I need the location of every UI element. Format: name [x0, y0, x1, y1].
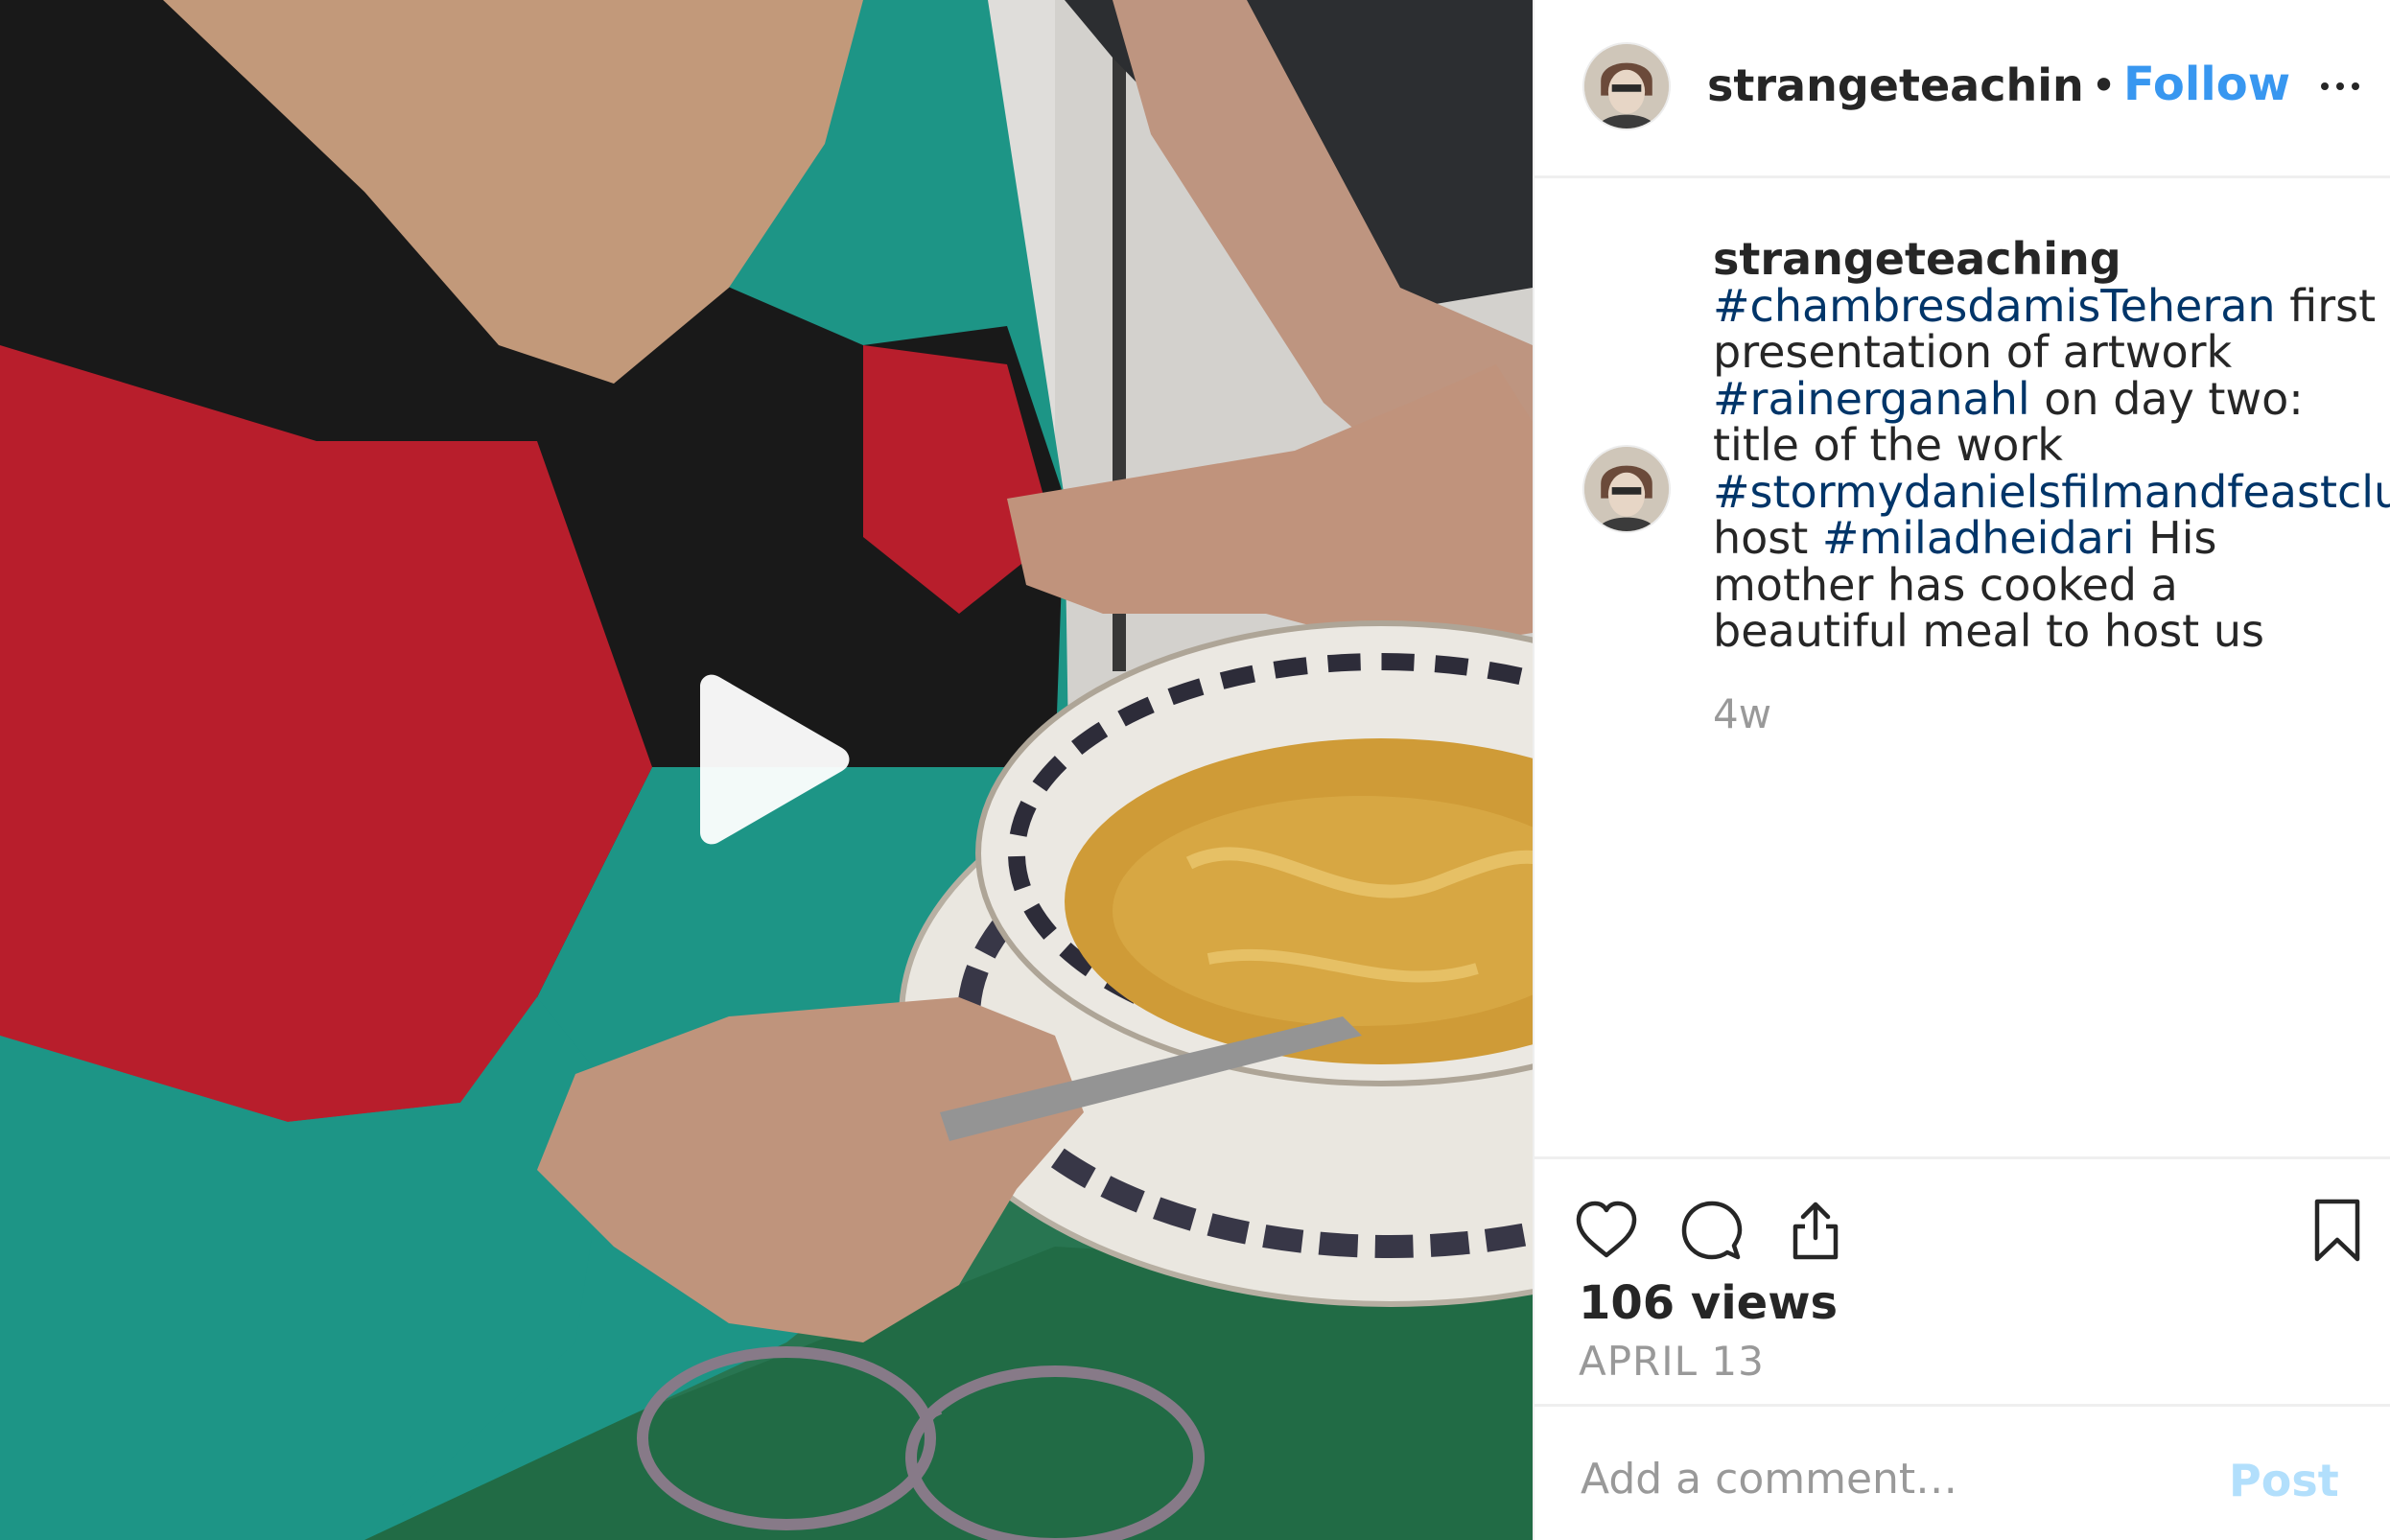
- header-username[interactable]: strangeteaching: [1707, 59, 2081, 111]
- more-options-icon[interactable]: [2321, 82, 2363, 92]
- action-bar: 106 views APRIL 13: [1535, 1156, 2390, 1404]
- avatar[interactable]: [1582, 42, 1671, 130]
- view-count[interactable]: 106 views: [1579, 1276, 1838, 1330]
- post-sidebar: strangeteaching • Follow strangeteaching…: [1533, 0, 2390, 1540]
- follow-button[interactable]: Follow: [2123, 58, 2290, 111]
- post-date: APRIL 13: [1579, 1338, 1765, 1385]
- caption-avatar[interactable]: [1582, 445, 1671, 533]
- bookmark-icon[interactable]: [2304, 1198, 2371, 1265]
- play-icon[interactable]: [683, 673, 855, 846]
- post-comment-button[interactable]: Post: [2229, 1455, 2339, 1506]
- hashtag-link[interactable]: #miladheidari: [1822, 512, 2135, 564]
- video-player[interactable]: [0, 0, 1533, 1540]
- hashtag-link[interactable]: #chambresdamisTeheran: [1713, 280, 2276, 332]
- hashtag-link[interactable]: #rainerganahl: [1713, 373, 2030, 425]
- separator-dot: •: [2091, 59, 2118, 111]
- caption-area: strangeteaching #chambresdamisTeheran fir…: [1535, 178, 2390, 1156]
- comment-icon[interactable]: [1678, 1198, 1746, 1265]
- post-view: strangeteaching • Follow strangeteaching…: [0, 0, 2390, 1540]
- share-icon[interactable]: [1782, 1198, 1849, 1265]
- caption-text: host: [1713, 512, 1822, 564]
- post-timestamp[interactable]: 4w: [1713, 690, 1771, 737]
- hashtag-link[interactable]: #stormydanielsfilmandfeastclub: [1713, 466, 2390, 518]
- post-caption: strangeteaching #chambresdamisTeheran fir…: [1713, 236, 2390, 655]
- comment-form: Post: [1535, 1404, 2390, 1540]
- heart-icon[interactable]: [1573, 1198, 1640, 1265]
- caption-username[interactable]: strangeteaching: [1713, 236, 2384, 283]
- comment-input[interactable]: [1579, 1449, 2196, 1508]
- post-header: strangeteaching • Follow: [1535, 0, 2390, 178]
